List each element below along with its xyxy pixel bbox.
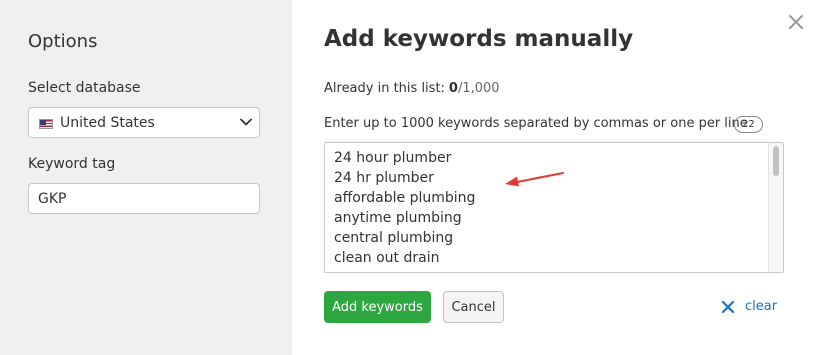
list-usage-limit: /1,000 — [457, 81, 500, 96]
keyword-count-badge: 22 — [734, 116, 763, 133]
database-selected-value: United States — [60, 115, 155, 131]
chevron-down-icon — [240, 118, 252, 126]
add-keywords-modal: Options Select database United States Ke… — [0, 0, 817, 355]
list-usage-label: Already in this list: — [324, 81, 445, 96]
cancel-button[interactable]: Cancel — [443, 291, 504, 323]
red-arrow-annotation — [505, 172, 564, 187]
modal-title: Add keywords manually — [324, 26, 634, 52]
scrollbar-thumb[interactable] — [773, 146, 779, 176]
close-icon[interactable] — [788, 14, 804, 30]
clear-label: clear — [745, 299, 778, 314]
keyword-line: affordable plumbing — [334, 190, 476, 206]
clear-x-icon — [721, 300, 735, 314]
keyword-line: central plumbing — [334, 230, 454, 246]
keyword-list: 24 hour plumber 24 hr plumber affordable p… — [325, 143, 783, 272]
keyword-line: anytime plumbing — [334, 210, 462, 226]
keyword-line: 24 hour plumber — [334, 150, 452, 166]
list-usage-count: 0 — [448, 81, 458, 96]
options-panel: Options Select database United States Ke… — [0, 0, 292, 355]
keywords-textarea[interactable]: 24 hour plumber 24 hr plumber affordable p… — [324, 142, 784, 273]
keyword-tag-label: Keyword tag — [28, 156, 116, 172]
database-select[interactable]: United States — [28, 107, 260, 138]
keywords-instructions: Enter up to 1000 keywords separated by c… — [324, 116, 748, 131]
options-title: Options — [28, 31, 98, 52]
select-database-label: Select database — [28, 80, 141, 96]
keyword-line: clean out drain — [334, 250, 440, 266]
list-usage: Already in this list: 0/1,000 — [324, 81, 500, 96]
keyword-tag-input[interactable] — [28, 183, 260, 214]
keywords-scrollbar[interactable] — [768, 143, 783, 272]
us-flag-icon — [39, 119, 53, 129]
add-keywords-button[interactable]: Add keywords — [324, 291, 431, 323]
